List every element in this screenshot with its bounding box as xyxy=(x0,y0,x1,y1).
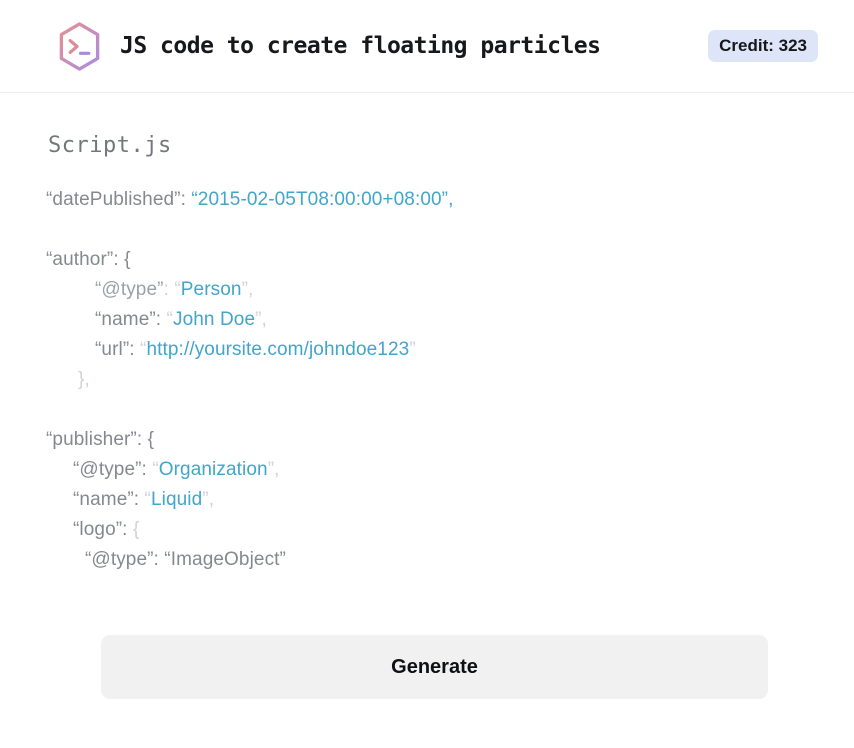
code-line: “name”: “Liquid”, xyxy=(73,489,215,510)
code-line: “logo”: { xyxy=(73,519,140,540)
code-line: “publisher”: { xyxy=(46,429,155,450)
code-line: “author”: { xyxy=(46,249,131,270)
code-line: }, xyxy=(78,369,90,390)
header: JS code to create floating particles Cre… xyxy=(0,0,854,93)
editor-filename: Script.js xyxy=(48,133,172,158)
code-block: “datePublished”: “2015-02-05T08:00:00+08… xyxy=(46,185,814,575)
code-line: “datePublished”: “2015-02-05T08:00:00+08… xyxy=(46,189,454,210)
code-line: “@type”: “Person”, xyxy=(95,279,254,300)
generate-button[interactable]: Generate xyxy=(101,635,768,699)
terminal-hexagon-icon xyxy=(59,21,100,71)
code-line: “url”: “http://yoursite.com/johndoe123” xyxy=(95,339,416,360)
code-line: “@type”: “ImageObject” xyxy=(85,549,286,570)
code-line: “name”: “John Doe”, xyxy=(95,309,267,330)
page-title: JS code to create floating particles xyxy=(120,33,601,59)
credit-badge: Credit: 323 xyxy=(708,30,818,62)
footer: Generate xyxy=(46,635,814,699)
code-line: “@type”: “Organization”, xyxy=(73,459,280,480)
main-content: Script.js “datePublished”: “2015-02-05T0… xyxy=(0,133,854,699)
